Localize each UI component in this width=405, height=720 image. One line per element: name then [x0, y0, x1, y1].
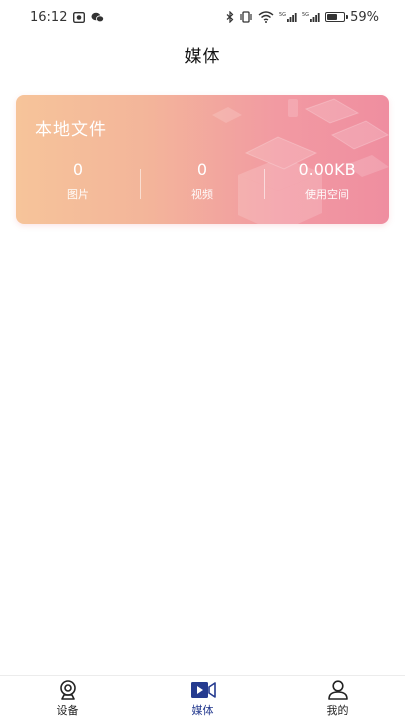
- bluetooth-icon: [226, 11, 234, 23]
- nav-item-media[interactable]: 媒体: [135, 676, 270, 720]
- signal-5g-icon-2: 5G: [302, 11, 320, 23]
- vibrate-icon: [239, 11, 253, 23]
- bottom-nav: 设备 媒体 我的: [0, 675, 405, 720]
- wifi-icon: [258, 11, 274, 23]
- status-bar: 16:12 5G 5G 59%: [0, 0, 405, 34]
- stat-images[interactable]: 0 图片: [18, 159, 138, 203]
- page-title: 媒体: [184, 47, 221, 67]
- local-files-card[interactable]: 本地文件 0 图片 0 视频 0.00KB 使用空间: [16, 95, 389, 224]
- svg-text:5G: 5G: [279, 12, 286, 18]
- nav-item-profile[interactable]: 我的: [270, 676, 405, 720]
- stat-divider: [140, 169, 141, 199]
- signal-5g-icon: 5G: [279, 11, 297, 23]
- stat-used-space: 0.00KB 使用空间: [267, 159, 387, 203]
- status-time: 16:12: [30, 9, 68, 25]
- status-left: 16:12: [30, 9, 105, 25]
- stat-images-value: 0: [72, 160, 84, 179]
- nav-label-profile: 我的: [326, 703, 349, 717]
- stat-used-space-value: 0.00KB: [298, 160, 356, 179]
- gallery-notification-icon: [73, 11, 86, 23]
- nav-label-device: 设备: [56, 703, 79, 717]
- stat-videos[interactable]: 0 视频: [142, 159, 262, 203]
- wechat-icon: [91, 12, 105, 23]
- stat-images-label: 图片: [67, 188, 89, 201]
- status-right: 5G 5G 59%: [226, 10, 379, 25]
- card-title: 本地文件: [35, 120, 107, 140]
- battery-icon: [325, 12, 349, 22]
- stat-used-space-label: 使用空间: [305, 188, 349, 201]
- stat-videos-label: 视频: [191, 188, 213, 201]
- stat-divider: [264, 169, 265, 199]
- media-screen: 16:12 5G 5G 59% 媒体 本地文件 0 图片 0 视频 0.00KB…: [0, 0, 405, 720]
- nav-item-device[interactable]: 设备: [0, 676, 135, 720]
- battery-percentage: 59%: [350, 9, 379, 25]
- nav-label-media: 媒体: [191, 703, 214, 717]
- profile-icon: [327, 679, 349, 701]
- battery-level: [327, 14, 337, 20]
- camera-device-icon: [57, 679, 79, 701]
- video-media-icon: [190, 679, 216, 701]
- svg-text:5G: 5G: [302, 12, 309, 18]
- card-stats: 0 图片 0 视频 0.00KB 使用空间: [16, 159, 389, 207]
- stat-videos-value: 0: [196, 160, 208, 179]
